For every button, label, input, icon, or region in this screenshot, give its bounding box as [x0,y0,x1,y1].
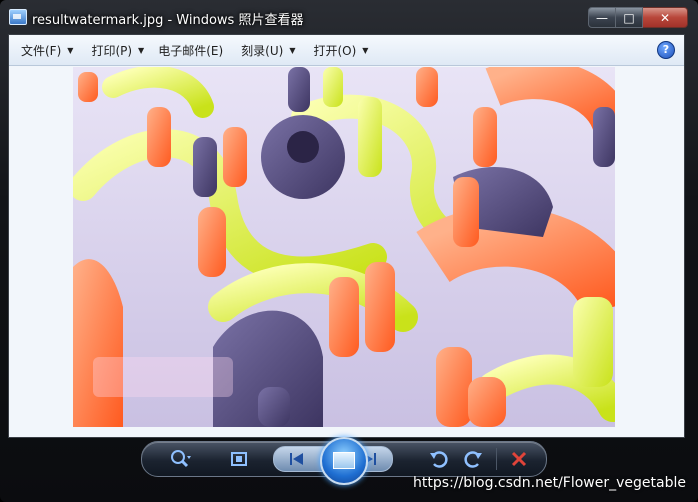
help-icon[interactable]: ? [657,41,675,59]
slideshow-icon[interactable] [320,437,368,485]
zoom-icon[interactable] [170,449,192,469]
chevron-down-icon: ▼ [138,45,145,55]
chevron-down-icon: ▼ [67,45,74,55]
bottom-toolbar [141,437,547,485]
menu-burn[interactable]: 刻录(U) ▼ [241,42,295,59]
menu-file[interactable]: 文件(F) ▼ [21,42,73,59]
menu-print-label: 打印(P) [91,43,133,58]
chevron-down-icon: ▼ [362,45,369,55]
menu-file-label: 文件(F) [21,43,62,58]
displayed-photo [73,67,615,427]
menu-email[interactable]: 电子邮件(E) [158,42,223,59]
slideshow-screen [333,452,355,469]
close-button[interactable]: ✕ [643,7,688,28]
menu-open[interactable]: 打开(O) ▼ [313,42,368,59]
menu-print[interactable]: 打印(P) ▼ [91,42,144,59]
watermark-text: https://blog.csdn.net/Flower_vegetable [413,475,686,491]
rotate-cw-icon[interactable] [462,449,484,469]
maximize-button[interactable]: □ [616,7,643,28]
title-bar[interactable]: resultwatermark.jpg - Windows 照片查看器 — □ … [0,0,698,34]
abstract-shapes-image [73,67,615,427]
app-icon [9,9,27,25]
menu-burn-label: 刻录(U) [241,43,284,58]
minimize-button[interactable]: — [588,7,616,28]
actual-size-icon[interactable] [228,449,250,469]
caption-buttons: — □ ✕ [588,7,688,28]
client-area: 文件(F) ▼ 打印(P) ▼ 电子邮件(E) 刻录(U) ▼ 打开(O) ▼ … [8,34,685,438]
chevron-down-icon: ▼ [289,45,296,55]
delete-icon[interactable] [508,449,530,469]
image-viewport [9,66,684,437]
photo-viewer-window: resultwatermark.jpg - Windows 照片查看器 — □ … [0,0,698,502]
menu-email-label: 电子邮件(E) [158,43,224,58]
previous-icon[interactable] [286,449,308,469]
menu-open-label: 打开(O) [313,43,357,58]
window-title: resultwatermark.jpg - Windows 照片查看器 [32,13,304,28]
toolbar-divider [496,448,497,470]
rotate-ccw-icon[interactable] [428,449,450,469]
menu-bar: 文件(F) ▼ 打印(P) ▼ 电子邮件(E) 刻录(U) ▼ 打开(O) ▼ … [9,35,684,66]
